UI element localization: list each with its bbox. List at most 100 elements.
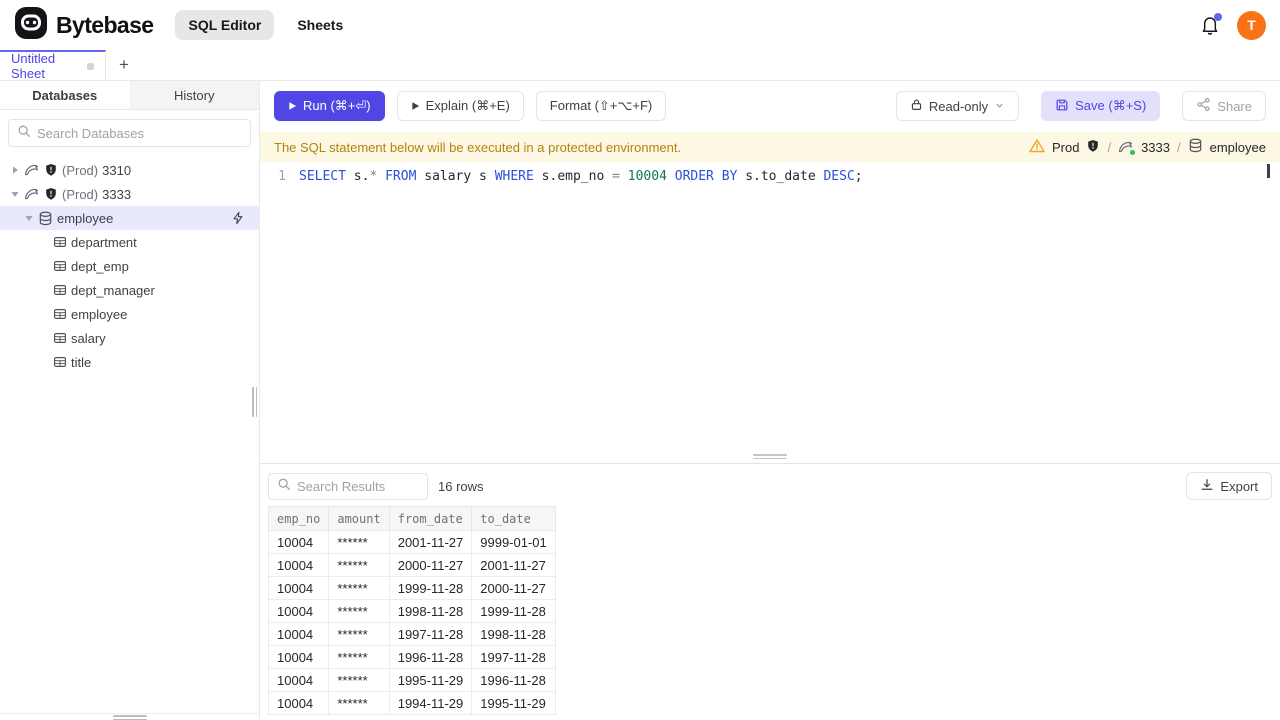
banner-message: The SQL statement below will be executed… <box>274 139 682 155</box>
new-sheet-button[interactable]: + <box>106 50 142 80</box>
results-search[interactable] <box>268 472 428 500</box>
result-cell: 10004 <box>267 645 330 669</box>
database-label: employee <box>1209 139 1266 155</box>
results-search-input[interactable] <box>297 478 419 494</box>
sql-tokens: SELECT s.* FROM salary s WHERE s.emp_no … <box>299 167 863 186</box>
database-tree: (Prod) 3310 (Prod) 3333 employee department de… <box>0 156 259 713</box>
sql-token: s.emp_no <box>533 169 613 184</box>
table-icon <box>53 235 67 249</box>
table-name: dept_emp <box>71 258 129 274</box>
environment-shield-icon <box>1086 139 1100 156</box>
download-icon <box>1200 478 1214 495</box>
result-cell: 1999-11-28 <box>388 576 473 600</box>
tree-table-dept_manager[interactable]: dept_manager <box>0 278 259 302</box>
tree-database-employee[interactable]: employee <box>0 206 259 230</box>
sidebar-bottom-resize-handle[interactable] <box>112 715 147 720</box>
results-controls: 16 rows Export <box>260 464 1280 506</box>
result-cell: 10004 <box>267 599 330 623</box>
tree-table-department[interactable]: department <box>0 230 259 254</box>
environment-label: (Prod) <box>62 162 99 178</box>
result-cell: 1998-11-28 <box>388 599 473 623</box>
column-header-emp_no[interactable]: emp_no <box>267 506 330 531</box>
sql-editor[interactable]: 1 SELECT s.* FROM salary s WHERE s.emp_n… <box>260 162 1280 463</box>
column-header-amount[interactable]: amount <box>328 506 390 531</box>
sheet-tabbar: Untitled Sheet + <box>0 50 1280 81</box>
environment-shield-icon <box>44 187 58 201</box>
nav-sql-editor[interactable]: SQL Editor <box>175 10 275 40</box>
avatar[interactable]: T <box>1237 10 1266 40</box>
tab-databases[interactable]: Databases <box>0 81 130 109</box>
table-name: employee <box>71 306 128 322</box>
save-button[interactable]: Save (⌘+S) <box>1041 91 1161 121</box>
code-line: 1 SELECT s.* FROM salary s WHERE s.emp_n… <box>260 167 1280 186</box>
result-row[interactable]: 10004 ****** 1996-11-28 1997-11-28 <box>267 645 556 669</box>
results-panel-resize-handle[interactable] <box>753 454 787 459</box>
tree-table-dept_emp[interactable]: dept_emp <box>0 254 259 278</box>
result-cell: 1995-11-29 <box>388 668 473 692</box>
notification-bell-icon[interactable] <box>1199 13 1222 36</box>
nav-sheets[interactable]: Sheets <box>284 10 356 40</box>
sidebar-resize-handle[interactable] <box>252 387 257 417</box>
format-button[interactable]: Format (⇧+⌥+F) <box>535 91 667 121</box>
result-cell: 2001-11-27 <box>388 530 473 554</box>
sql-token: ; <box>854 169 863 184</box>
result-cell: ****** <box>328 668 390 692</box>
database-name: employee <box>57 210 114 226</box>
export-button[interactable]: Export <box>1186 472 1272 500</box>
lock-icon <box>910 98 923 114</box>
result-cell: 2000-11-27 <box>388 553 473 577</box>
database-search-input[interactable] <box>37 125 242 141</box>
tree-instance-3310[interactable]: (Prod) 3310 <box>0 158 259 182</box>
database-search[interactable] <box>8 119 251 147</box>
tree-table-title[interactable]: title <box>0 350 259 374</box>
table-icon <box>53 259 67 273</box>
tab-untitled-sheet[interactable]: Untitled Sheet <box>0 50 106 81</box>
tab-history[interactable]: History <box>130 81 260 109</box>
table-name: salary <box>71 330 106 346</box>
result-cell: 10004 <box>267 668 330 692</box>
play-icon <box>411 102 419 110</box>
database-icon <box>38 211 53 226</box>
result-cell: 10004 <box>267 553 330 577</box>
readonly-mode-dropdown[interactable]: Read-only <box>895 91 1020 121</box>
results-body: 10004 ****** 2001-11-27 9999-01-01 10004 ****… <box>267 530 556 715</box>
environment-label: Prod <box>1051 139 1080 155</box>
result-row[interactable]: 10004 ****** 1998-11-28 1999-11-28 <box>267 599 556 623</box>
result-cell: 10004 <box>267 530 330 554</box>
results-table: emp_no amount from_date to_date 10004 ******… <box>267 506 556 715</box>
line-number: 1 <box>278 169 286 184</box>
row-count: 16 rows <box>438 478 484 494</box>
caret-icon <box>24 213 34 223</box>
result-row[interactable]: 10004 ****** 2000-11-27 2001-11-27 <box>267 553 556 577</box>
bytebase-app: Bytebase SQL Editor Sheets T Untitled Sh… <box>0 0 1280 720</box>
app-header: Bytebase SQL Editor Sheets T <box>0 0 1280 50</box>
result-row[interactable]: 10004 ****** 1997-11-28 1998-11-28 <box>267 622 556 646</box>
tree-table-salary[interactable]: salary <box>0 326 259 350</box>
chevron-down-icon <box>994 99 1005 114</box>
result-row[interactable]: 10004 ****** 1999-11-28 2000-11-27 <box>267 576 556 600</box>
scrollbar-cursor-mark <box>1267 164 1270 178</box>
tree-instance-3333[interactable]: (Prod) 3333 <box>0 182 259 206</box>
sidebar-bottom-divider <box>0 713 259 720</box>
run-button[interactable]: Run (⌘+⏎) <box>274 91 385 121</box>
content-area: Databases History (Prod)3310(Prod)3333 em… <box>0 81 1280 720</box>
share-icon <box>1196 97 1211 115</box>
result-row[interactable]: 10004 ****** 1995-11-29 1996-11-28 <box>267 668 556 692</box>
instance-status-dot <box>1130 150 1136 155</box>
result-row[interactable]: 10004 ****** 2001-11-27 9999-01-01 <box>267 530 556 554</box>
share-button[interactable]: Share <box>1182 91 1266 121</box>
column-header-from_date[interactable]: from_date <box>388 506 473 531</box>
mysql-engine-icon <box>24 162 40 178</box>
brand[interactable]: Bytebase <box>14 6 154 45</box>
explain-button[interactable]: Explain (⌘+E) <box>396 91 524 121</box>
result-row[interactable]: 10004 ****** 1994-11-29 1995-11-29 <box>267 691 556 715</box>
result-cell: 1995-11-29 <box>471 691 556 715</box>
search-icon <box>277 477 291 496</box>
column-header-to_date[interactable]: to_date <box>471 506 556 531</box>
result-cell: ****** <box>328 530 390 554</box>
tree-table-employee[interactable]: employee <box>0 302 259 326</box>
protected-environment-banner: The SQL statement below will be executed… <box>260 132 1280 162</box>
sql-token: 10004 <box>627 169 667 184</box>
sql-token: s. <box>345 169 370 184</box>
